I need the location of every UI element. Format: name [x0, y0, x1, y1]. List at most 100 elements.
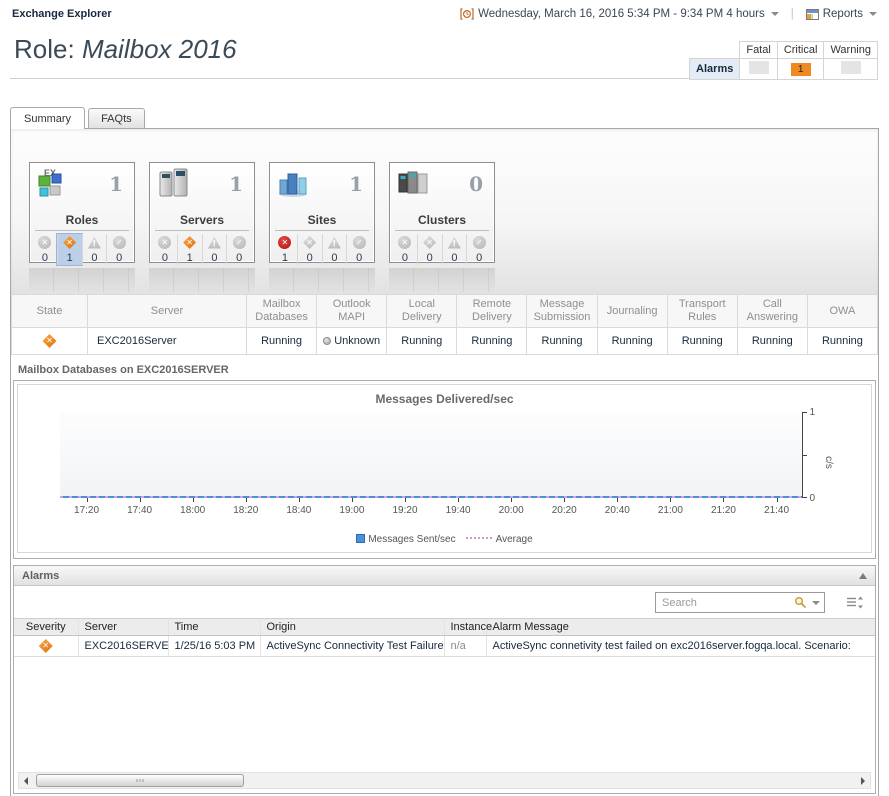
clusters-label: Clusters: [395, 213, 489, 231]
col-instance[interactable]: Instance: [444, 619, 486, 636]
search-icon[interactable]: [794, 596, 807, 609]
transport-rules-cell: Running: [667, 328, 737, 355]
chart-panel: Messages Delivered/sec 1 0 c/s 17:20 17:…: [13, 380, 876, 559]
servers-critical-cell[interactable]: ✕ 1: [177, 234, 202, 265]
scrollbar-thumb[interactable]: [36, 774, 244, 787]
fatal-icon: ✕: [278, 236, 291, 249]
critical-count-box: 1: [791, 63, 811, 76]
clusters-fatal-cell[interactable]: ✕ 0: [393, 234, 417, 265]
col-time[interactable]: Time: [168, 619, 260, 636]
tiles-band: EX 1 Roles ✕ 0: [11, 129, 878, 295]
server-name-cell[interactable]: EXC2016Server: [88, 328, 247, 355]
remote-delivery-cell: Running: [457, 328, 527, 355]
alarm-summary-value-row: Alarms 1: [690, 59, 878, 80]
normal-icon: ✓: [113, 236, 126, 249]
servers-warning-cell[interactable]: ! 0: [202, 234, 227, 265]
clusters-count: 0: [469, 172, 483, 196]
alarm-severity-cell[interactable]: ✕: [14, 636, 78, 657]
alarm-summary-critical-cell[interactable]: 1: [777, 59, 824, 80]
servers-icon: [156, 167, 192, 202]
search-input[interactable]: [660, 596, 794, 610]
sites-critical-cell[interactable]: ✕ 0: [297, 234, 322, 265]
scroll-left-arrow[interactable]: [19, 773, 33, 788]
chart-title: Messages Delivered/sec: [18, 392, 871, 406]
col-origin[interactable]: Origin: [260, 619, 444, 636]
alarm-instance-cell: n/a: [444, 636, 486, 657]
server-state-header-row: State Server Mailbox Databases Outlook M…: [12, 295, 878, 328]
roles-warning-cell[interactable]: ! 0: [82, 234, 107, 265]
tile-servers[interactable]: 1 Servers ✕ 0 ✕ 1 !: [149, 162, 255, 263]
fatal-count-box: [749, 61, 769, 74]
clusters-normal-cell[interactable]: ✓ 0: [466, 234, 491, 265]
fatal-icon: ✕: [38, 236, 51, 249]
servers-normal-cell[interactable]: ✓ 0: [226, 234, 251, 265]
warning-icon: !: [88, 236, 101, 249]
chart-plot[interactable]: 1 0 c/s 17:20 17:40 18:00 18:20 18:40 19…: [26, 412, 863, 518]
col-remote-delivery: Remote Delivery: [457, 295, 527, 328]
alarm-summary-table: Fatal Critical Warning Alarms 1: [689, 41, 878, 80]
alarm-summary-col-warning: Warning: [824, 42, 878, 59]
y-tick-min: 0: [809, 493, 815, 504]
search-box[interactable]: [655, 592, 825, 613]
tile-sites[interactable]: 1 Sites ✕ 1 ✕ 0 ! 0: [269, 162, 375, 263]
col-severity[interactable]: Severity: [14, 619, 78, 636]
table-customizer-icon[interactable]: [847, 596, 863, 609]
tile-roles[interactable]: EX 1 Roles ✕ 0: [29, 162, 135, 263]
sites-warning-cell[interactable]: ! 0: [322, 234, 347, 265]
alarm-origin-cell: ActiveSync Connectivity Test Failure: [260, 636, 444, 657]
topbar-divider: |: [791, 8, 794, 20]
legend-label-messages-sent: Messages Sent/sec: [368, 534, 455, 545]
reports-chevron-down-icon[interactable]: [869, 12, 877, 16]
col-server: Server: [88, 295, 247, 328]
alarm-summary-warning-cell[interactable]: [824, 59, 878, 80]
alarm-summary-header-row: Fatal Critical Warning: [690, 42, 878, 59]
roles-critical-cell[interactable]: ✕ 1: [57, 234, 82, 265]
servers-label: Servers: [155, 213, 249, 231]
clusters-warning-cell[interactable]: ! 0: [442, 234, 467, 265]
roles-fatal-cell[interactable]: ✕ 0: [33, 234, 57, 265]
collapse-panel-icon[interactable]: [859, 573, 867, 579]
top-bar: Exchange Explorer Wednesday, March 16, 2…: [0, 0, 889, 26]
call-answering-cell: Running: [737, 328, 807, 355]
tab-summary[interactable]: Summary: [10, 107, 85, 129]
section-title: Mailbox Databases on EXC2016SERVER: [18, 364, 878, 376]
horizontal-scrollbar[interactable]: [18, 772, 871, 789]
col-alarm-server[interactable]: Server: [78, 619, 168, 636]
time-range-selector[interactable]: Wednesday, March 16, 2016 5:34 PM - 9:34…: [460, 8, 779, 20]
roles-count: 1: [109, 172, 123, 196]
alarms-toolbar: [14, 586, 875, 618]
col-state: State: [12, 295, 88, 328]
col-transport-rules: Transport Rules: [667, 295, 737, 328]
y-axis: [802, 412, 803, 498]
scroll-right-arrow[interactable]: [856, 773, 870, 788]
tab-faqts[interactable]: FAQts: [88, 108, 145, 128]
reports-menu[interactable]: Reports: [806, 8, 877, 20]
breadcrumb[interactable]: Exchange Explorer: [12, 8, 112, 20]
alarm-row[interactable]: ✕ EXC2016SERVER 1/25/16 5:03 PM ActiveSy…: [14, 636, 875, 657]
journaling-cell: Running: [597, 328, 667, 355]
critical-icon: ✕: [423, 236, 436, 249]
tile-clusters[interactable]: 0 Clusters ✕ 0 ✕ 0 !: [389, 162, 495, 263]
col-local-delivery: Local Delivery: [387, 295, 457, 328]
col-call-answering: Call Answering: [737, 295, 807, 328]
col-outlook-mapi: Outlook MAPI: [317, 295, 387, 328]
y-axis-unit: c/s: [823, 456, 834, 469]
col-alarm-message[interactable]: Alarm Message: [486, 619, 875, 636]
alarms-panel-header[interactable]: Alarms: [14, 566, 875, 586]
roles-normal-cell[interactable]: ✓ 0: [106, 234, 131, 265]
clusters-critical-cell[interactable]: ✕ 0: [417, 234, 442, 265]
col-mailbox-databases: Mailbox Databases: [247, 295, 317, 328]
server-state-row[interactable]: ✕ EXC2016Server Running Unknown Running …: [12, 328, 878, 355]
mailbox-databases-cell: Running: [247, 328, 317, 355]
page: Exchange Explorer Wednesday, March 16, 2…: [0, 0, 889, 796]
search-options-chevron-down-icon[interactable]: [812, 601, 820, 605]
warning-icon: !: [448, 236, 461, 249]
critical-icon: ✕: [303, 236, 316, 249]
sites-fatal-cell[interactable]: ✕ 1: [273, 234, 297, 265]
col-journaling: Journaling: [597, 295, 667, 328]
tile-reflections: [11, 263, 878, 292]
alarm-summary-fatal-cell[interactable]: [740, 59, 777, 80]
servers-fatal-cell[interactable]: ✕ 0: [153, 234, 177, 265]
time-range-chevron-down-icon[interactable]: [771, 12, 779, 16]
sites-normal-cell[interactable]: ✓ 0: [346, 234, 371, 265]
